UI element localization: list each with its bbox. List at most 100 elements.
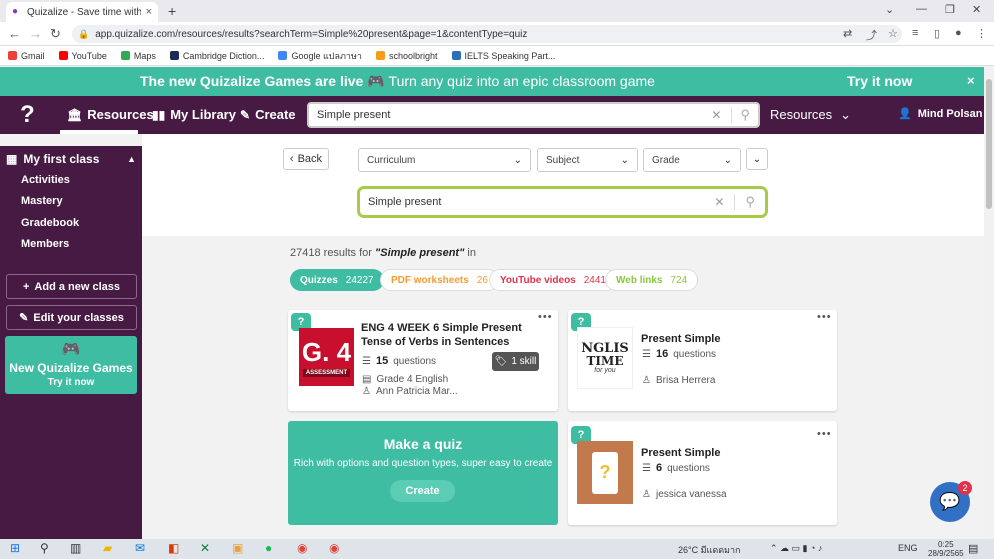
- user-icon: ♙: [642, 489, 651, 500]
- clear-search-icon[interactable]: ✕: [714, 195, 724, 209]
- task-view-icon[interactable]: ▥: [70, 541, 81, 555]
- back-button[interactable]: ‹ Back: [283, 148, 329, 170]
- quiz-title[interactable]: Present Simple: [641, 332, 720, 346]
- main-search-input[interactable]: Simple present ✕ ⚲: [357, 186, 768, 218]
- profile-avatar-icon[interactable]: ●: [955, 27, 962, 39]
- quiz-thumbnail: NGLIS TIME for you: [577, 327, 633, 389]
- tray-icons[interactable]: ⌃ ☁ ▭ ▮ ◔ ♪: [770, 543, 822, 554]
- quiz-title[interactable]: ENG 4 WEEK 6 Simple Present Tense of Ver…: [361, 321, 531, 349]
- subject-dropdown[interactable]: Subject ⌄: [537, 148, 638, 172]
- office-icon[interactable]: ◧: [168, 541, 179, 555]
- create-button[interactable]: Create: [390, 480, 455, 502]
- collapse-caret-icon[interactable]: ▲: [127, 154, 136, 164]
- tag-icon: 🏷: [494, 356, 508, 367]
- sidepanel-icon[interactable]: ▯: [934, 27, 940, 40]
- file-explorer-icon[interactable]: ▰: [103, 541, 112, 555]
- tab-youtube-videos[interactable]: YouTube videos 2441: [489, 269, 617, 291]
- bookmark-google-translate[interactable]: Google แปลภาษา: [278, 49, 362, 63]
- windows-start-icon[interactable]: ⊞: [10, 541, 20, 555]
- more-options-icon[interactable]: •••: [538, 311, 553, 323]
- banner-close-icon[interactable]: ×: [967, 73, 975, 88]
- pencil-icon: ✎: [19, 312, 29, 324]
- playlist-icon[interactable]: ≡: [912, 27, 918, 39]
- pencil-icon: ✎: [240, 107, 251, 122]
- search-icon[interactable]: ⚲: [734, 194, 765, 210]
- input-language[interactable]: ENG: [898, 543, 918, 553]
- chrome-icon[interactable]: ◉: [297, 541, 307, 555]
- bookmark-maps[interactable]: Maps: [120, 51, 156, 61]
- spotify-icon[interactable]: ●: [265, 541, 272, 555]
- search-icon[interactable]: ⚲: [731, 107, 758, 123]
- games-announcement-banner: The new Quizalize Games are live 🎮 Turn …: [0, 67, 984, 96]
- clock[interactable]: 0:25 28/9/2565: [928, 540, 964, 558]
- page-scrollbar[interactable]: [984, 67, 994, 539]
- more-options-icon[interactable]: •••: [817, 428, 832, 440]
- nav-my-library[interactable]: ▮▮ My Library: [152, 107, 236, 122]
- sidebar-item-mastery[interactable]: Mastery: [21, 195, 63, 207]
- nav-resources[interactable]: 🏛 Resources: [67, 107, 154, 122]
- chat-unread-badge: 2: [958, 481, 972, 495]
- translate-icon[interactable]: ⇄: [843, 27, 852, 40]
- bank-icon: 🏛: [67, 107, 83, 122]
- url-field[interactable]: 🔒 app.quizalize.com/resources/results?se…: [72, 25, 902, 43]
- notifications-icon[interactable]: ▤: [968, 542, 978, 555]
- quiz-author: ♙ Ann Patricia Mar...: [362, 386, 458, 397]
- reload-icon[interactable]: ↻: [50, 26, 61, 42]
- make-quiz-panel: Make a quiz Rich with options and questi…: [288, 421, 558, 525]
- search-icon[interactable]: ⚲: [40, 541, 49, 555]
- sidebar-item-members[interactable]: Members: [21, 238, 69, 250]
- bookmark-cambridge[interactable]: Cambridge Diction...: [169, 51, 264, 61]
- close-window-icon[interactable]: ✕: [972, 3, 981, 16]
- banner-subline: Turn any quiz into an epic classroom gam…: [388, 73, 655, 89]
- games-try-link[interactable]: Try it now: [48, 377, 95, 388]
- quiz-title[interactable]: Present Simple: [641, 446, 720, 460]
- chat-bubble-icon: 💬: [939, 492, 961, 511]
- menu-dots-icon[interactable]: ⋮: [976, 27, 987, 40]
- bookmark-schoolbright[interactable]: schoolbright: [375, 51, 438, 61]
- chrome-active-icon[interactable]: ◉: [329, 541, 339, 555]
- clear-search-icon[interactable]: ✕: [711, 108, 721, 122]
- tab-web-links[interactable]: Web links 724: [605, 269, 699, 291]
- new-tab-button[interactable]: +: [168, 3, 176, 19]
- minimize-icon[interactable]: —: [916, 3, 927, 15]
- curriculum-dropdown[interactable]: Curriculum ⌄: [358, 148, 531, 172]
- bookmark-gmail[interactable]: Gmail: [8, 51, 45, 61]
- user-menu[interactable]: 👤 Mind Polsan: [898, 107, 982, 121]
- quiz-question-count: ☰ 6 questions: [642, 462, 710, 474]
- forward-arrow-icon[interactable]: →: [29, 26, 42, 41]
- quizalize-logo[interactable]: ?: [20, 101, 35, 129]
- scrollbar-thumb[interactable]: [986, 79, 992, 209]
- grade-dropdown[interactable]: Grade ⌄: [643, 148, 741, 172]
- sidebar-class-header[interactable]: ▦ My first class ▲: [6, 152, 136, 166]
- back-arrow-icon[interactable]: ←: [8, 26, 21, 41]
- sidebar-item-activities[interactable]: Activities: [21, 174, 70, 186]
- browser-tab[interactable]: ● Quizalize - Save time with person ×: [6, 2, 158, 22]
- tab-pdf-worksheets[interactable]: PDF worksheets 26: [380, 269, 499, 291]
- sidebar-item-gradebook[interactable]: Gradebook: [21, 217, 79, 229]
- weather-status[interactable]: 26°C มีแดดมาก: [678, 543, 740, 557]
- bookmark-youtube[interactable]: YouTube: [58, 51, 107, 61]
- star-icon[interactable]: ☆: [888, 27, 898, 40]
- chevron-down-icon: ⌄: [513, 154, 522, 166]
- tab-title: Quizalize - Save time with person: [27, 6, 141, 18]
- maximize-icon[interactable]: ❐: [945, 3, 955, 16]
- more-options-icon[interactable]: •••: [817, 311, 832, 323]
- tab-search-icon[interactable]: ⌄: [885, 3, 894, 16]
- banner-message: The new Quizalize Games are live 🎮 Turn …: [140, 73, 655, 90]
- bookmark-ielts[interactable]: IELTS Speaking Part...: [451, 51, 555, 61]
- resources-dropdown[interactable]: Resources ⌄: [770, 107, 851, 123]
- nav-create[interactable]: ✎ Create: [240, 107, 296, 122]
- excel-icon[interactable]: ✕: [200, 541, 210, 555]
- new-games-promo[interactable]: 🎮 New Quizalize Games Try it now: [5, 336, 137, 394]
- close-tab-icon[interactable]: ×: [146, 6, 152, 18]
- banner-try-button[interactable]: Try it now: [847, 73, 912, 89]
- add-class-button[interactable]: + Add a new class: [6, 274, 137, 299]
- mail-icon[interactable]: ✉: [135, 541, 145, 555]
- tab-quizzes[interactable]: Quizzes 24227: [290, 269, 384, 291]
- make-quiz-text: Rich with options and question types, su…: [293, 458, 553, 469]
- edit-classes-button[interactable]: ✎ Edit your classes: [6, 305, 137, 330]
- top-search-input[interactable]: Simple present ✕ ⚲: [307, 102, 760, 128]
- more-filters-button[interactable]: ⌄: [746, 148, 768, 170]
- app-icon[interactable]: ▣: [232, 541, 243, 555]
- share-icon[interactable]: ⤴: [866, 27, 877, 43]
